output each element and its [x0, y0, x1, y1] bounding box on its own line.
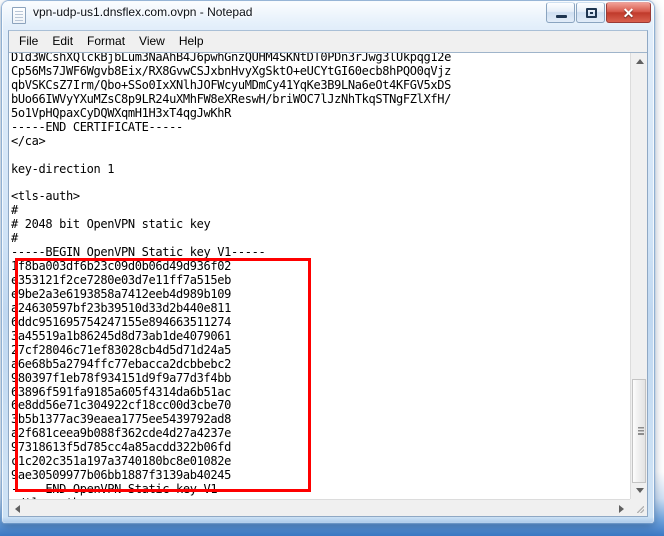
text-line [11, 149, 451, 163]
minimize-button[interactable] [546, 2, 575, 23]
text-line: e9be2a3e6193858a7412eeb4d989b109 [11, 286, 231, 301]
text-line: bUo66IWVyYXuMZsC8p9LR24uXMhFW8eXReswH/br… [11, 91, 451, 106]
text-line: <tls-auth> [11, 189, 80, 204]
text-line: 5o1VpHQpaxCyDQWXqmH1H3xT4qgJwKhR [11, 105, 231, 120]
text-line: 97318613f5d785cc4a85acdd322b06fd [11, 440, 231, 455]
text-line: 27cf28046c71ef83028cb4d5d71d24a5 [11, 342, 231, 357]
text-line: 6ddc951695754247155e894663511274 [11, 314, 231, 329]
text-line [11, 176, 451, 190]
maximize-icon [586, 8, 597, 18]
text-editor[interactable]: D1d3WCshXQlckBjbLum3NaAhB4J6pwhGnzQUHM4S… [9, 52, 647, 516]
text-line: qbVSKCsZ7Irm/Qbo+SSo0IxXNlhJOFWcyuMDmCy4… [11, 77, 451, 92]
menu-item-view[interactable]: View [132, 32, 172, 51]
close-button[interactable]: ✕ [606, 2, 651, 23]
window-client-area: File Edit Format View Help D1d3WCshXQlck… [8, 30, 648, 517]
text-canvas[interactable]: D1d3WCshXQlckBjbLum3NaAhB4J6pwhGnzQUHM4S… [9, 53, 630, 499]
menu-bar: File Edit Format View Help [9, 31, 647, 52]
text-line: </ca> [11, 133, 46, 148]
text-line: -----END CERTIFICATE----- [11, 119, 183, 134]
text-line: 3b5b1377ac39eaea1775ee5439792ad8 [11, 412, 231, 427]
scroll-left-arrow-icon[interactable] [9, 500, 26, 517]
horizontal-scrollbar[interactable] [9, 499, 630, 516]
close-icon: ✕ [622, 4, 635, 21]
text-line: # [11, 231, 18, 246]
text-line: -----END OpenVPN Static key V1----- [11, 482, 252, 497]
text-line: 6e8dd56e71c304922cf18cc00d3cbe70 [11, 398, 231, 413]
text-line: 980397f1eb78f934151d9f9a77d3f4bb [11, 370, 231, 385]
window-bottom-edge [2, 517, 654, 523]
scroll-right-arrow-icon[interactable] [613, 500, 630, 517]
text-line: # [11, 203, 18, 218]
document-text[interactable]: D1d3WCshXQlckBjbLum3NaAhB4J6pwhGnzQUHM4S… [11, 53, 451, 499]
window-title: vpn-udp-us1.dnsflex.com.ovpn - Notepad [33, 5, 253, 19]
vertical-scrollbar[interactable] [630, 53, 647, 499]
maximize-button[interactable] [576, 2, 605, 23]
scroll-down-arrow-icon[interactable] [631, 482, 648, 499]
menu-item-edit[interactable]: Edit [45, 32, 80, 51]
text-line: c1c202c351a197a3740180bc8e01082e [11, 454, 231, 469]
caption-button-group: ✕ [545, 2, 651, 23]
text-line: 3a45519a1b86245d8d73ab1de4079061 [11, 328, 231, 343]
notepad-document-icon [12, 7, 26, 24]
menu-item-format[interactable]: Format [80, 32, 132, 51]
text-line: key-direction 1 [11, 161, 115, 176]
menu-item-help[interactable]: Help [172, 32, 211, 51]
text-line: 9ae30509977b06bb1887f3139ab40245 [11, 468, 231, 483]
vertical-scrollbar-thumb[interactable] [632, 379, 646, 483]
text-line: a2f681ceea9b088f362cde4d27a4237e [11, 426, 231, 441]
title-bar[interactable]: vpn-udp-us1.dnsflex.com.ovpn - Notepad ✕ [2, 1, 654, 30]
text-line: a6e68b5a2794ffc77ebacca2dcbbebc2 [11, 356, 231, 371]
text-line: e353121f2ce7280e03d7e11ff7a515eb [11, 273, 231, 287]
text-line: Cp56Ms7JWF6Wgvb8Eix/RX8GvwCSJxbnHvyXgSkt… [11, 63, 451, 78]
menu-item-file[interactable]: File [12, 32, 45, 51]
scroll-up-arrow-icon[interactable] [631, 53, 648, 70]
text-line: -----BEGIN OpenVPN Static key V1----- [11, 245, 266, 260]
notepad-window: vpn-udp-us1.dnsflex.com.ovpn - Notepad ✕… [2, 1, 654, 523]
resize-grip[interactable] [630, 499, 647, 516]
minimize-icon [556, 15, 567, 18]
text-line: a24630597bf23b39510d33d2b440e811 [11, 300, 231, 315]
text-line: 1f8ba003df6b23c09d0b06d49d936f02 [11, 259, 231, 274]
text-line: 63896f591fa9185a605f4314da6b51ac [11, 384, 231, 399]
text-line: # 2048 bit OpenVPN static key [11, 217, 211, 232]
